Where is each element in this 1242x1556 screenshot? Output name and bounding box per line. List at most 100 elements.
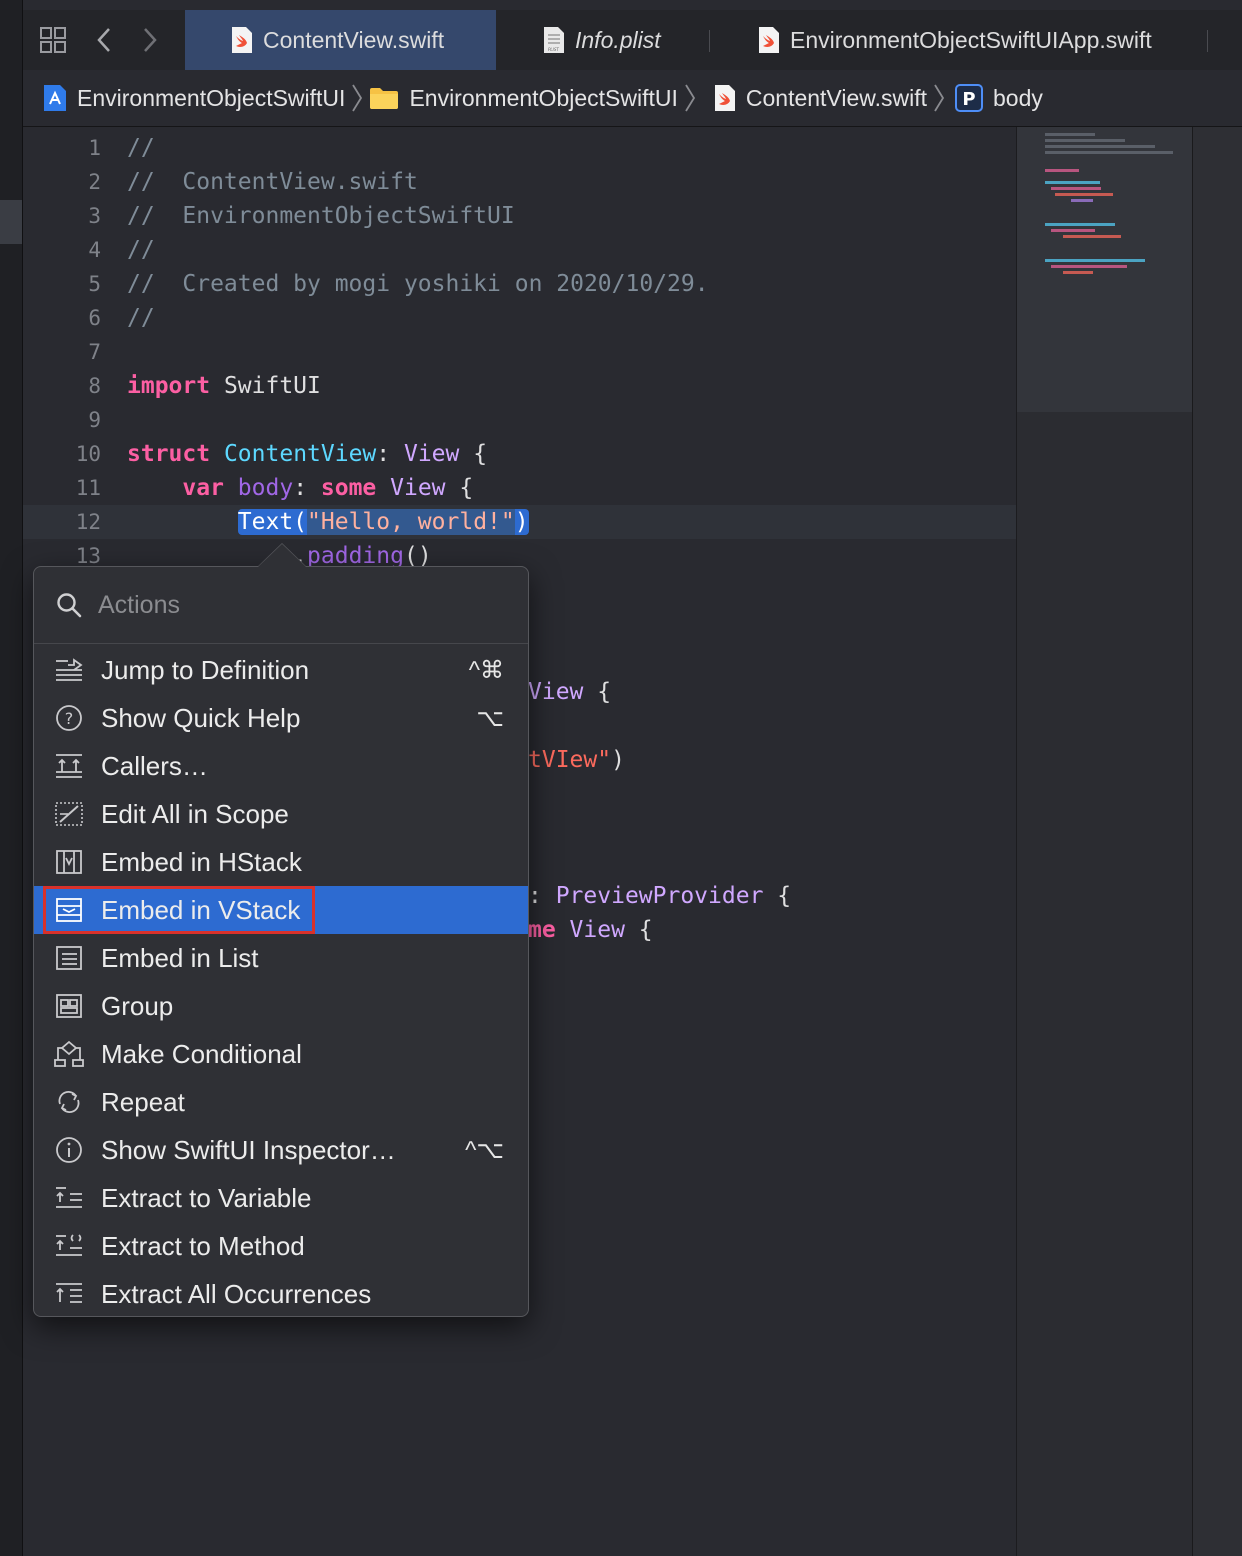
svg-text:P: P	[962, 89, 975, 110]
make-conditional-icon	[53, 1040, 85, 1068]
swift-file-icon	[758, 26, 780, 54]
navigator-selection	[0, 200, 22, 244]
folder-icon	[369, 86, 399, 110]
code-line-8: import SwiftUI	[127, 373, 321, 399]
chevron-right-icon	[351, 83, 363, 113]
minimap[interactable]	[1016, 127, 1193, 1556]
breadcrumb-project[interactable]: EnvironmentObjectSwiftUI	[43, 84, 345, 112]
code-line-6: //	[127, 305, 155, 331]
tab-bar: ContentView.swift PLIST Info.plist Envir…	[23, 10, 1242, 71]
code-line-4: //	[127, 237, 155, 263]
menu-item-extract-all-occurrences[interactable]: Extract All Occurrences	[34, 1270, 528, 1316]
menu-item-embed-in-list[interactable]: Embed in List	[34, 934, 528, 982]
line-number: 12	[75, 510, 101, 534]
menu-item-edit-all-in-scope[interactable]: Edit All in Scope	[34, 790, 528, 838]
chevron-right-icon	[933, 83, 945, 113]
swift-file-icon	[231, 26, 253, 54]
line-number: 10	[75, 442, 101, 466]
code-line-2: // ContentView.swift	[127, 169, 418, 195]
line-number: 3	[88, 204, 101, 228]
code-line-1: //	[127, 135, 155, 161]
code-line-12: Text("Hello, world!")	[127, 505, 529, 539]
forward-chevron-icon[interactable]	[135, 10, 165, 70]
property-icon: P	[955, 84, 983, 112]
menu-item-show-quick-help[interactable]: ? Show Quick Help ⌥	[34, 694, 528, 742]
back-chevron-icon[interactable]	[89, 10, 119, 70]
embed-hstack-icon	[53, 848, 85, 876]
code-line-3: // EnvironmentObjectSwiftUI	[127, 203, 515, 229]
code-fragment: View {	[528, 679, 612, 705]
tab-label: ContentView.swift	[263, 26, 445, 53]
quick-help-icon: ?	[53, 704, 85, 732]
selected-string-literal[interactable]: "Hello, world!"	[307, 509, 515, 535]
minimap-viewport[interactable]	[1017, 127, 1193, 412]
menu-item-extract-to-variable[interactable]: Extract to Variable	[34, 1174, 528, 1222]
menu-item-group[interactable]: Group	[34, 982, 528, 1030]
breadcrumb-symbol[interactable]: P body	[955, 84, 1043, 112]
menu-item-embed-in-hstack[interactable]: Embed in HStack	[34, 838, 528, 886]
line-number: 2	[88, 170, 101, 194]
menu-item-make-conditional[interactable]: Make Conditional	[34, 1030, 528, 1078]
swift-file-icon	[714, 84, 736, 112]
project-icon	[43, 84, 67, 112]
menu-item-callers[interactable]: Callers…	[34, 742, 528, 790]
callers-icon	[53, 752, 85, 780]
extract-method-icon	[53, 1232, 85, 1260]
tab-contentview[interactable]: ContentView.swift	[185, 10, 496, 70]
menu-item-jump-to-definition[interactable]: Jump to Definition ^⌘	[34, 646, 528, 694]
chevron-right-icon	[684, 83, 696, 113]
code-line-11: var body: some View {	[182, 475, 474, 501]
tab-label: Info.plist	[575, 26, 661, 53]
svg-text:PLIST: PLIST	[548, 47, 559, 52]
selected-text-call[interactable]: Text(	[237, 509, 308, 535]
grid-icon[interactable]	[35, 10, 71, 70]
group-icon	[53, 992, 85, 1020]
tab-app-swift[interactable]: EnvironmentObjectSwiftUIApp.swift	[758, 10, 1208, 70]
menu-item-extract-to-method[interactable]: Extract to Method	[34, 1222, 528, 1270]
actions-search-input[interactable]	[98, 590, 478, 620]
line-number: 7	[88, 340, 101, 364]
line-number: 11	[75, 476, 101, 500]
edit-all-in-scope-icon	[53, 800, 85, 828]
code-fragment: : PreviewProvider {	[528, 883, 792, 909]
svg-text:?: ?	[65, 709, 74, 728]
shortcut-label: ^⌘	[468, 656, 504, 684]
tab-info-plist[interactable]: PLIST Info.plist	[543, 10, 713, 70]
code-fragment: tVIew")	[528, 747, 625, 773]
tab-divider	[1207, 30, 1208, 52]
actions-popup: Jump to Definition ^⌘ ? Show Quick Help …	[33, 566, 529, 1317]
embed-vstack-icon	[53, 896, 85, 924]
search-icon	[56, 592, 82, 618]
breadcrumb-folder[interactable]: EnvironmentObjectSwiftUI	[369, 85, 678, 112]
shortcut-label: ⌥	[476, 704, 504, 732]
selected-close-paren[interactable]: )	[514, 509, 529, 535]
code-line-10: struct ContentView: View {	[127, 441, 488, 467]
line-number: 4	[88, 238, 101, 262]
menu-item-embed-in-vstack[interactable]: Embed in VStack	[34, 886, 528, 934]
line-number: 5	[88, 272, 101, 296]
navigator-strip	[0, 0, 23, 1556]
extract-all-icon	[53, 1280, 85, 1308]
popup-arrow	[258, 544, 306, 567]
extract-variable-icon	[53, 1184, 85, 1212]
shortcut-label: ^⌥	[465, 1136, 504, 1164]
tab-divider	[709, 30, 710, 52]
line-number: 9	[88, 408, 101, 432]
tab-label: EnvironmentObjectSwiftUIApp.swift	[790, 26, 1152, 53]
actions-menu-list: Jump to Definition ^⌘ ? Show Quick Help …	[34, 644, 528, 1316]
line-number: 8	[88, 374, 101, 398]
info-icon	[53, 1136, 85, 1164]
code-fragment: me View {	[528, 917, 653, 943]
actions-search-row	[34, 567, 528, 644]
breadcrumb-file[interactable]: ContentView.swift	[714, 84, 927, 112]
menu-item-repeat[interactable]: Repeat	[34, 1078, 528, 1126]
line-number: 13	[75, 544, 101, 568]
embed-list-icon	[53, 944, 85, 972]
breadcrumb: EnvironmentObjectSwiftUI EnvironmentObje…	[23, 70, 1242, 127]
jump-to-definition-icon	[53, 657, 85, 683]
plist-file-icon: PLIST	[543, 26, 565, 54]
code-line-5: // Created by mogi yoshiki on 2020/10/29…	[127, 271, 709, 297]
line-number: 6	[88, 306, 101, 330]
menu-item-show-swiftui-inspector[interactable]: Show SwiftUI Inspector… ^⌥	[34, 1126, 528, 1174]
inspector-strip	[1192, 127, 1242, 1556]
